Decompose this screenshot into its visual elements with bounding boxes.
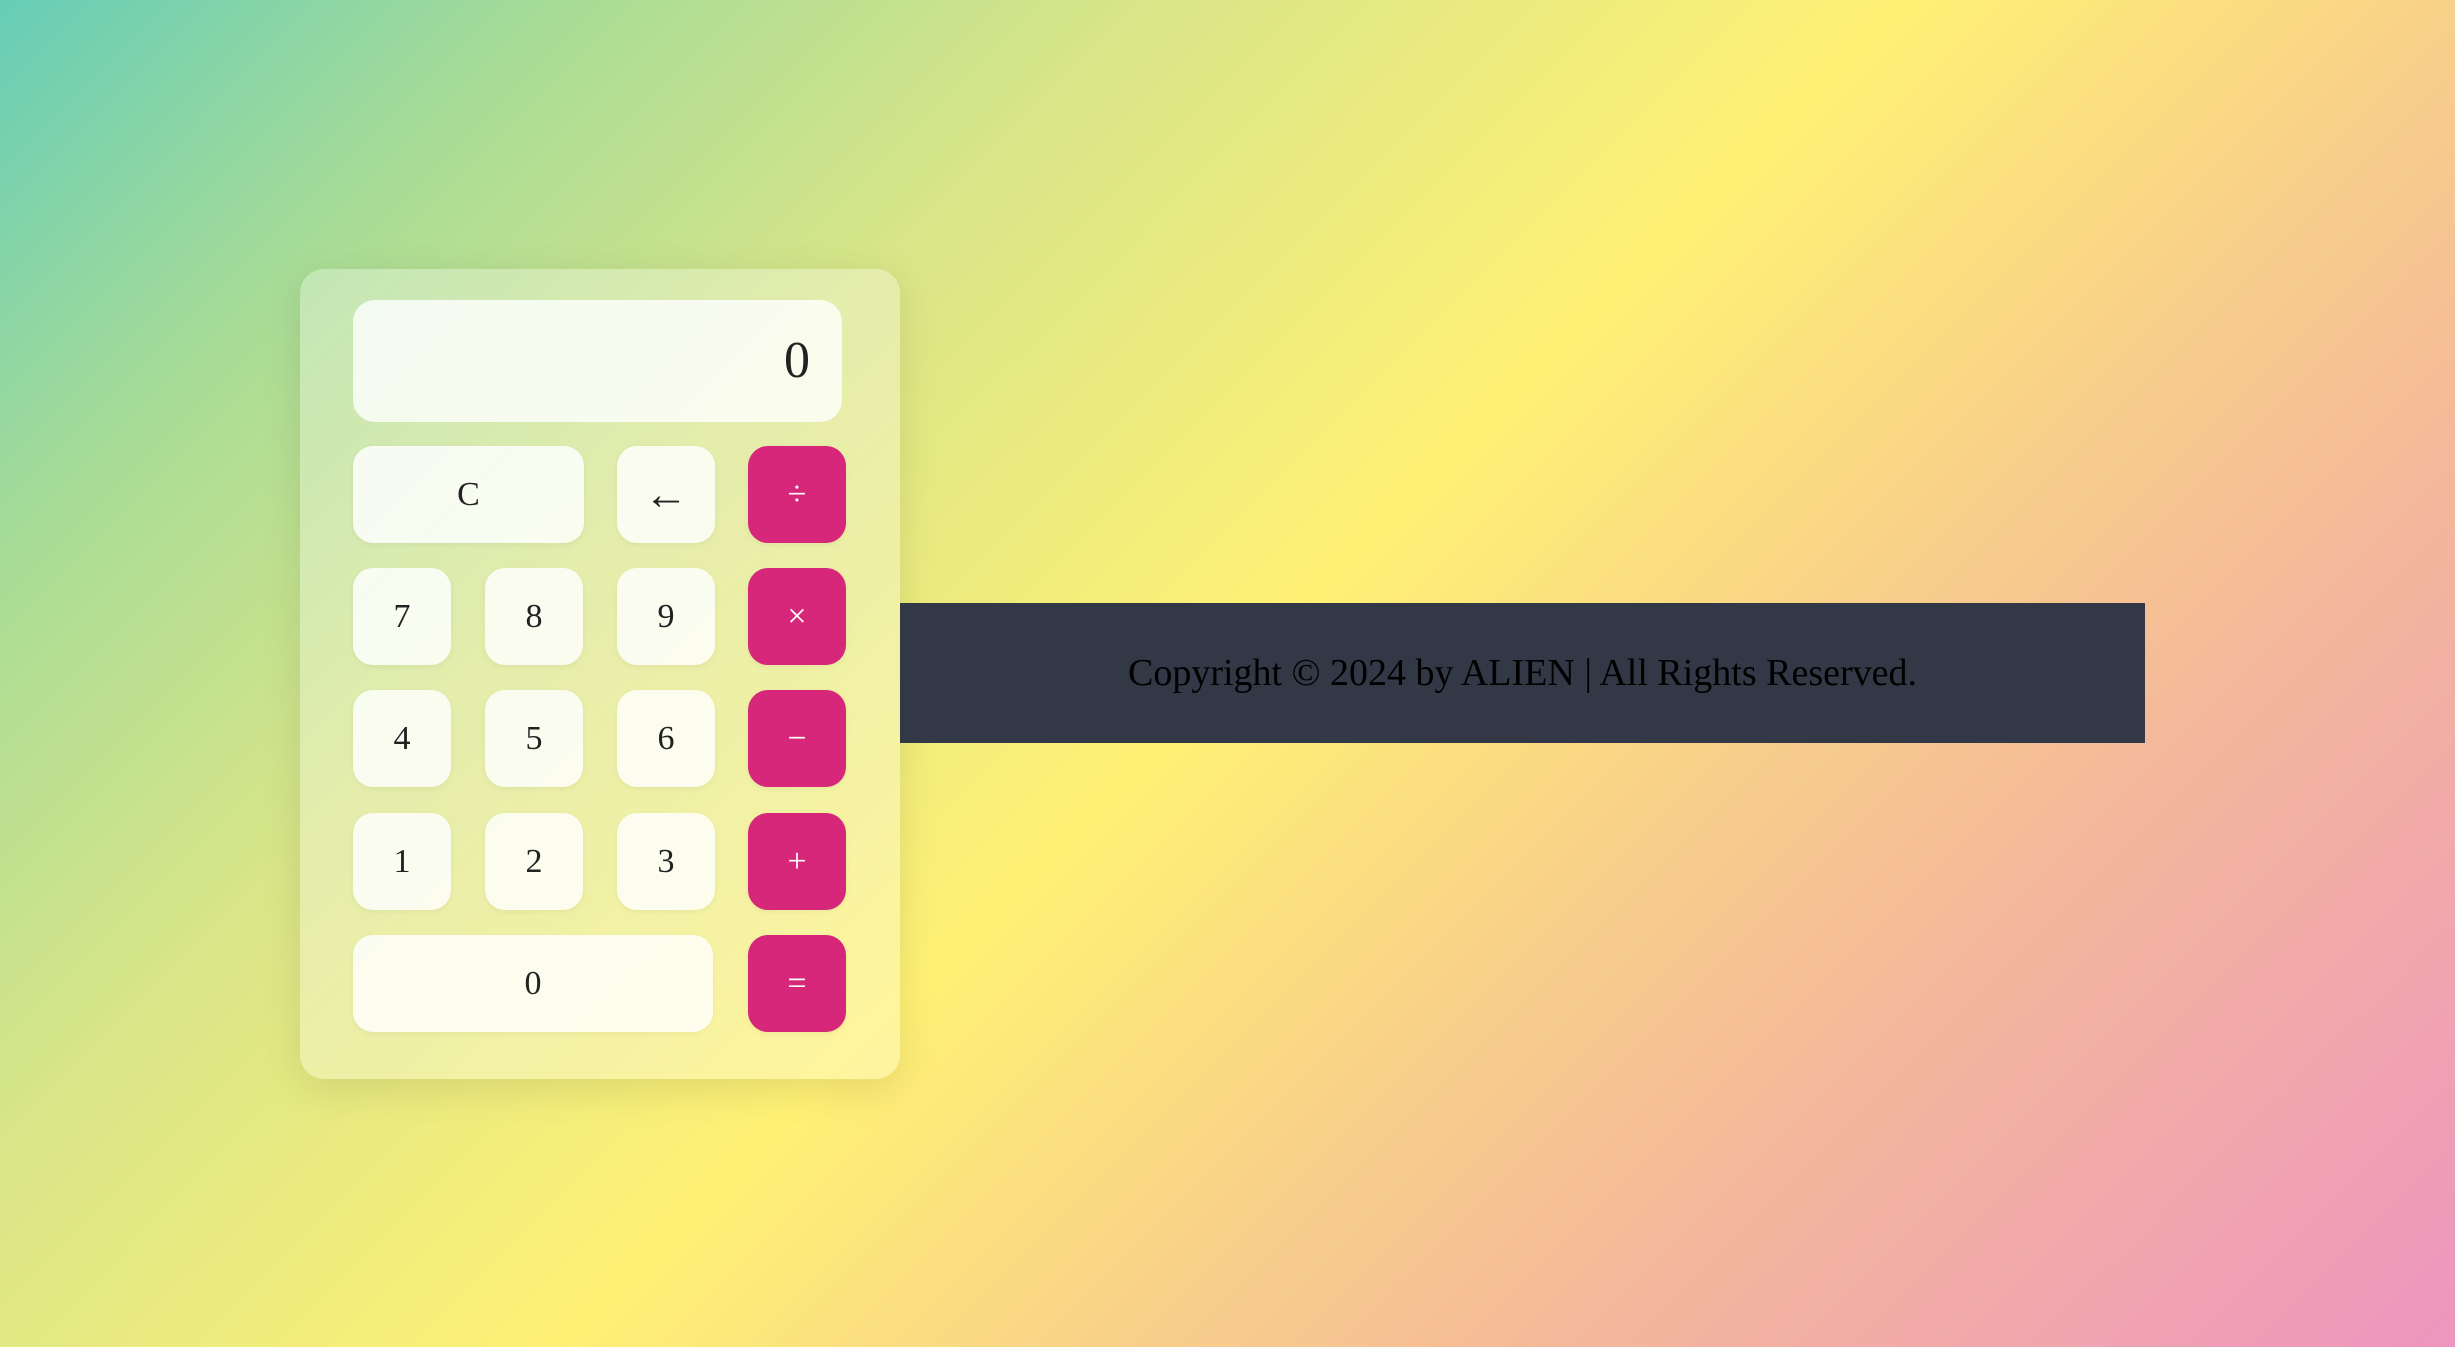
digit-0-button[interactable]: 0 — [353, 935, 713, 1032]
digit-6-button[interactable]: 6 — [617, 690, 715, 787]
footer: Copyright © 2024 by ALIEN | All Rights R… — [900, 603, 2145, 743]
digit-2-button[interactable]: 2 — [485, 813, 583, 910]
digit-3-button[interactable]: 3 — [617, 813, 715, 910]
divide-button[interactable]: ÷ — [748, 446, 846, 543]
digit-8-button[interactable]: 8 — [485, 568, 583, 665]
digit-9-button[interactable]: 9 — [617, 568, 715, 665]
add-button[interactable]: + — [748, 813, 846, 910]
calculator-display: 0 — [353, 300, 842, 422]
subtract-button[interactable]: − — [748, 690, 846, 787]
multiply-button[interactable]: × — [748, 568, 846, 665]
equals-button[interactable]: = — [748, 935, 846, 1032]
clear-button[interactable]: C — [353, 446, 584, 543]
digit-5-button[interactable]: 5 — [485, 690, 583, 787]
digit-7-button[interactable]: 7 — [353, 568, 451, 665]
calculator: 0 C ← ÷ 7 8 9 × 4 5 6 − 1 2 3 + 0 = — [300, 269, 900, 1079]
digit-4-button[interactable]: 4 — [353, 690, 451, 787]
copyright-text: Copyright © 2024 by ALIEN | All Rights R… — [1127, 652, 1918, 694]
backspace-button[interactable]: ← — [617, 446, 715, 543]
digit-1-button[interactable]: 1 — [353, 813, 451, 910]
